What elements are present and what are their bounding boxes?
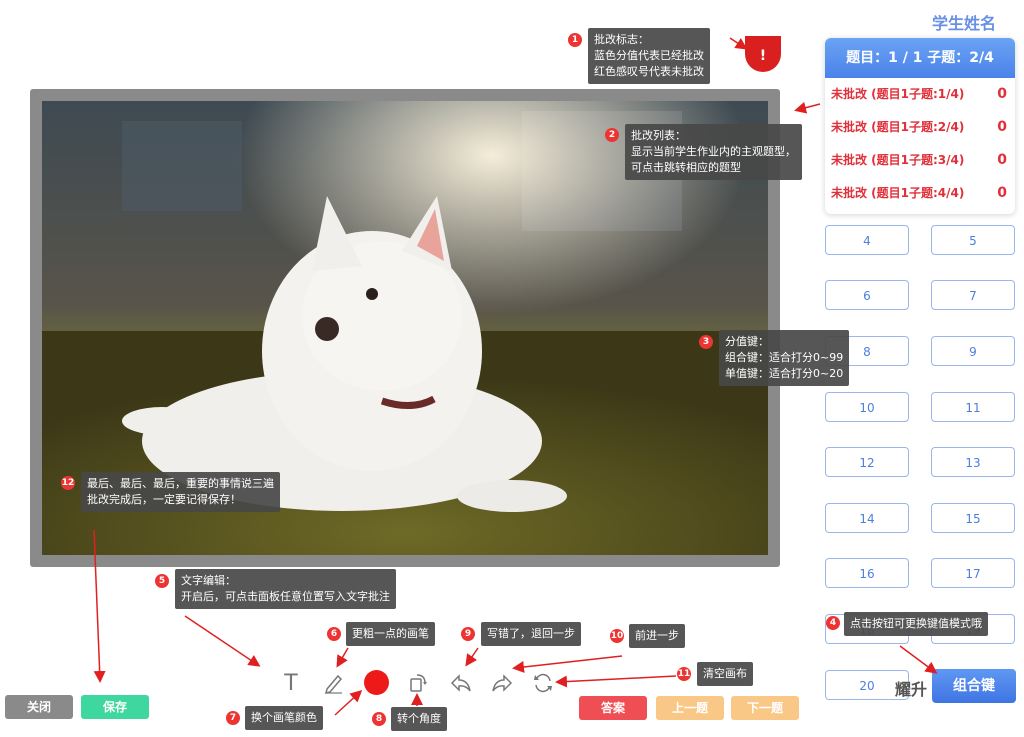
tooltip-key-mode: 点击按钮可更换键值模式哦 — [844, 612, 988, 636]
score-key-16[interactable]: 16 — [825, 558, 909, 588]
tip-number: 4 — [826, 616, 840, 630]
question-list-item[interactable]: 未批改 (题目1子题:3/4) 0 — [825, 144, 1015, 177]
clear-canvas-icon[interactable] — [530, 670, 556, 696]
tooltip-text-edit: 文字编辑： 开启后，可点击面板任意位置写入文字批注 — [175, 569, 396, 609]
tooltip-grading-list: 批改列表： 显示当前学生作业内的主观题型， 可点击跳转相应的题型 — [625, 124, 802, 180]
tooltip-score-keys: 分值键： 组合键：适合打分0~99 单值键：适合打分0~20 — [719, 330, 850, 386]
rotate-icon[interactable] — [405, 670, 431, 696]
watermark: 耀升 — [895, 680, 928, 699]
tooltip-redo: 前进一步 — [629, 624, 685, 648]
tip-number: 6 — [327, 627, 341, 641]
score-key-14[interactable]: 14 — [825, 503, 909, 533]
save-button[interactable]: 保存 — [81, 695, 149, 719]
tip-number: 1 — [568, 33, 582, 47]
question-item-label: 未批改 (题目1子题:3/4) — [831, 153, 965, 167]
tip-number: 10 — [610, 629, 624, 643]
pen-tool-icon[interactable] — [321, 670, 347, 696]
score-key-5[interactable]: 5 — [931, 225, 1015, 255]
question-list-item[interactable]: 未批改 (题目1子题:1/4) 0 — [825, 78, 1015, 111]
tooltip-save-reminder: 最后、最后、最后，重要的事情说三遍 批改完成后，一定要记得保存！ — [81, 472, 280, 512]
tooltip-color: 换个画笔颜色 — [245, 706, 323, 730]
tip-number: 11 — [677, 667, 691, 681]
tooltip-undo: 写错了，退回一步 — [481, 622, 581, 646]
color-picker-icon[interactable] — [364, 670, 389, 695]
score-key-15[interactable]: 15 — [931, 503, 1015, 533]
score-key-9[interactable]: 9 — [931, 336, 1015, 366]
question-list-item[interactable]: 未批改 (题目1子题:4/4) 0 — [825, 177, 1015, 210]
question-item-score: 0 — [997, 152, 1007, 168]
score-key-11[interactable]: 11 — [931, 392, 1015, 422]
question-list-item[interactable]: 未批改 (题目1子题:2/4) 0 — [825, 111, 1015, 144]
score-key-7[interactable]: 7 — [931, 280, 1015, 310]
tip-number: 5 — [155, 574, 169, 588]
question-item-score: 0 — [997, 119, 1007, 135]
answer-button[interactable]: 答案 — [579, 696, 647, 720]
score-key-12[interactable]: 12 — [825, 447, 909, 477]
tip-number: 8 — [372, 712, 386, 726]
undo-icon[interactable] — [448, 670, 474, 696]
question-item-label: 未批改 (题目1子题:1/4) — [831, 87, 965, 101]
next-question-button[interactable]: 下一题 — [731, 696, 799, 720]
tip-number: 9 — [461, 627, 475, 641]
tooltip-rotate: 转个角度 — [391, 707, 447, 731]
tip-number: 7 — [226, 711, 240, 725]
tip-number: 3 — [699, 335, 713, 349]
key-mode-button[interactable]: 组合键 — [932, 669, 1016, 703]
tooltip-grading-flag: 批改标志： 蓝色分值代表已经批改 红色感叹号代表未批改 — [588, 28, 710, 84]
tooltip-pen: 更粗一点的画笔 — [346, 622, 435, 646]
question-item-label: 未批改 (题目1子题:4/4) — [831, 186, 965, 200]
score-key-4[interactable]: 4 — [825, 225, 909, 255]
score-key-6[interactable]: 6 — [825, 280, 909, 310]
tooltip-clear: 清空画布 — [697, 662, 753, 686]
prev-question-button[interactable]: 上一题 — [656, 696, 724, 720]
tip-number: 12 — [61, 476, 75, 490]
score-key-13[interactable]: 13 — [931, 447, 1015, 477]
ungraded-flag-icon: ! — [745, 36, 781, 72]
score-key-17[interactable]: 17 — [931, 558, 1015, 588]
score-key-10[interactable]: 10 — [825, 392, 909, 422]
tip-number: 2 — [605, 128, 619, 142]
question-item-score: 0 — [997, 86, 1007, 102]
student-name: 学生姓名 — [932, 14, 997, 33]
question-item-score: 0 — [997, 185, 1007, 201]
text-tool-icon[interactable]: T — [278, 670, 304, 696]
close-button[interactable]: 关闭 — [5, 695, 73, 719]
question-list-panel: 题目：1 / 1 子题：2/4 未批改 (题目1子题:1/4) 0 未批改 (题… — [825, 38, 1015, 214]
redo-icon[interactable] — [489, 670, 515, 696]
question-header: 题目：1 / 1 子题：2/4 — [825, 38, 1015, 78]
question-item-label: 未批改 (题目1子题:2/4) — [831, 120, 965, 134]
